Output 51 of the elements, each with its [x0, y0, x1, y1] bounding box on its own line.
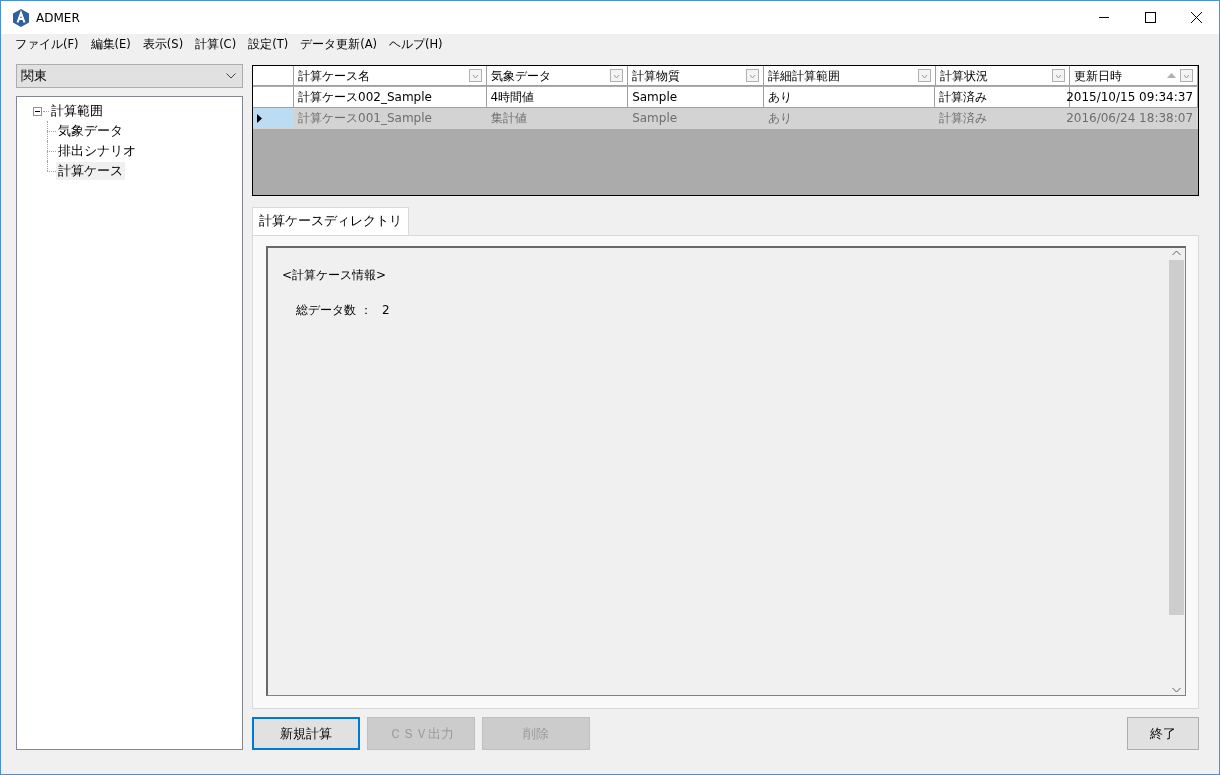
scroll-thumb[interactable] [1169, 259, 1184, 615]
table-cell: 計算ケース002_Sample [294, 87, 487, 108]
maximize-icon [1144, 12, 1156, 23]
tree-item[interactable]: 計算ケース [56, 161, 125, 181]
table-cell: あり [763, 87, 936, 108]
table-cell: 計算ケース001_Sample [294, 108, 487, 129]
current-row-icon [257, 113, 262, 123]
column-header[interactable]: 計算ケース名 [294, 66, 487, 86]
column-header[interactable]: 計算状況 [935, 66, 1071, 86]
column-header[interactable]: 更新日時 [1070, 66, 1198, 86]
filter-dropdown-icon[interactable] [917, 69, 931, 82]
window-title: ADMER [36, 9, 80, 27]
filter-dropdown-icon[interactable] [745, 69, 759, 82]
scroll-down-icon[interactable] [1172, 687, 1181, 693]
info-label: 総データ数 [296, 301, 356, 319]
app-logo-icon [12, 8, 30, 27]
menu-item[interactable]: 計算(C) [189, 36, 243, 54]
filter-dropdown-icon[interactable] [610, 69, 624, 82]
action-button[interactable]: 新規計算 [252, 717, 360, 750]
filter-dropdown-icon[interactable] [468, 69, 482, 82]
close-icon [1190, 12, 1202, 23]
menu-item[interactable]: 表示(S) [136, 36, 190, 54]
dropdown-value: 関東 [21, 66, 47, 85]
menu-item[interactable]: 設定(T) [242, 36, 295, 54]
tab[interactable]: 計算ケースディレクトリ [252, 207, 409, 235]
exit-button[interactable]: 終了 [1127, 717, 1199, 750]
table-cell: あり [763, 108, 936, 129]
column-header[interactable]: 気象データ [486, 66, 629, 86]
table-cell: 4時間値 [486, 87, 629, 108]
tree-item[interactable]: 気象データ [56, 121, 125, 141]
info-value: 2 [382, 301, 390, 319]
info-heading: <計算ケース情報> [282, 266, 388, 284]
chevron-down-icon [226, 73, 236, 79]
column-header[interactable]: 詳細計算範囲 [763, 66, 936, 86]
menu-item[interactable]: ヘルプ(H) [383, 36, 449, 54]
info-separator: ： [360, 301, 372, 319]
filter-dropdown-icon[interactable] [1052, 69, 1066, 82]
table-cell: Sample [628, 108, 764, 129]
menu-item[interactable]: 編集(E) [84, 36, 137, 54]
region-dropdown[interactable]: 関東 [16, 64, 243, 88]
collapse-toggle-icon[interactable] [33, 106, 42, 116]
filter-dropdown-icon[interactable] [1180, 69, 1193, 82]
tree-item[interactable]: 排出シナリオ [56, 141, 138, 161]
scroll-up-icon[interactable] [1172, 249, 1181, 256]
row-header[interactable] [253, 108, 294, 129]
table-cell: 集計値 [486, 108, 629, 129]
menu-item[interactable]: ファイル(F) [9, 36, 85, 54]
column-header[interactable]: 計算物質 [628, 66, 764, 86]
menu-item[interactable]: データ更新(A) [294, 36, 383, 54]
tree-item[interactable]: 計算範囲 [49, 101, 105, 121]
table-cell: Sample [628, 87, 764, 108]
